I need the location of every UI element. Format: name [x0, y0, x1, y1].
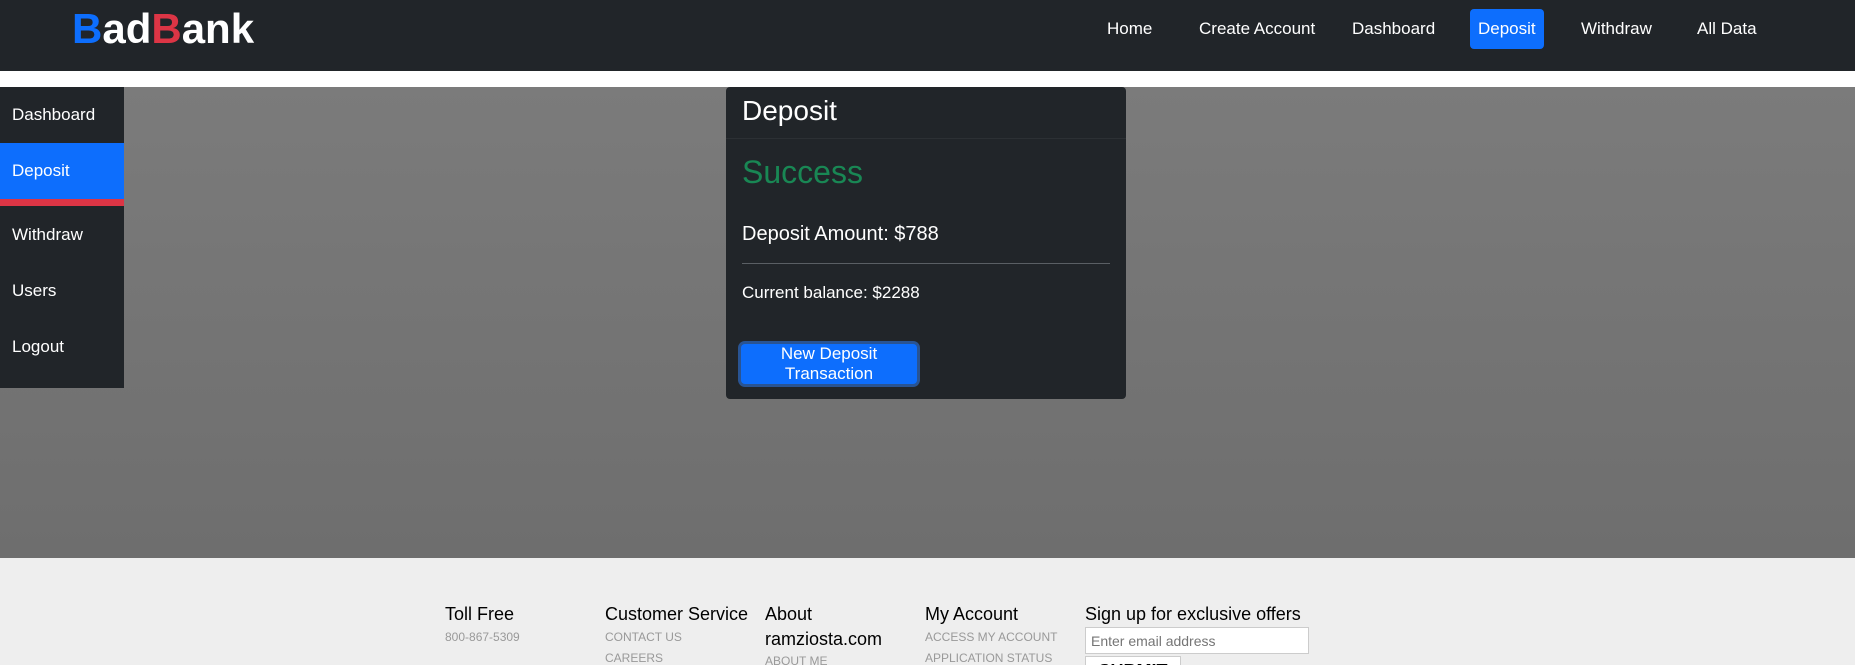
sidebar-item-users[interactable]: Users: [0, 263, 124, 319]
footer: Toll Free 800-867-5309 Customer Service …: [0, 558, 1855, 665]
footer-link-access-my-account[interactable]: ACCESS MY ACCOUNT: [925, 630, 1057, 644]
sidebar-item-logout[interactable]: Logout: [0, 319, 124, 375]
brand-logo[interactable]: BadBank: [72, 6, 254, 52]
footer-heading-toll-free: Toll Free: [445, 604, 515, 624]
footer-heading-customer-service: Customer Service: [605, 604, 749, 624]
sidebar-item-dashboard[interactable]: Dashboard: [0, 87, 124, 143]
sidebar: Dashboard Deposit Withdraw Users Logout: [0, 87, 124, 388]
footer-phone-number[interactable]: 800-867-5309: [445, 630, 520, 644]
footer-link-contact-us[interactable]: CONTACT US: [605, 630, 682, 644]
current-balance-text: Current balance: $2288: [742, 283, 920, 302]
new-deposit-transaction-button[interactable]: New Deposit Transaction: [741, 344, 917, 384]
footer-heading-my-account: My Account: [925, 604, 1019, 624]
footer-heading-signup: Sign up for exclusive offers: [1085, 604, 1301, 624]
card-title: Deposit: [742, 95, 837, 126]
sidebar-item-deposit[interactable]: Deposit: [0, 143, 124, 199]
nav-create-account-link[interactable]: Create Account: [1191, 9, 1323, 49]
brand-letter-b2: B: [151, 5, 182, 52]
deposit-amount-text: Deposit Amount: $788: [742, 223, 939, 245]
footer-link-about-me[interactable]: ABOUT ME: [765, 654, 827, 665]
sidebar-item-withdraw[interactable]: Withdraw: [0, 207, 124, 263]
deposit-card: Deposit Success Deposit Amount: $788 Cur…: [726, 87, 1126, 399]
brand-text-ank: ank: [181, 5, 255, 52]
card-header: Deposit: [726, 87, 1126, 139]
footer-link-application-status[interactable]: APPLICATION STATUS: [925, 651, 1052, 665]
card-divider: [742, 263, 1110, 264]
success-message: Success: [742, 154, 863, 190]
brand-text-ad: ad: [102, 5, 152, 52]
sidebar-active-indicator: [0, 199, 124, 206]
footer-heading-about: About ramziosta.com: [765, 604, 883, 649]
signup-submit-button[interactable]: SUBMIT: [1085, 656, 1181, 665]
nav-deposit-link[interactable]: Deposit: [1470, 9, 1544, 49]
nav-all-data-link[interactable]: All Data: [1689, 9, 1765, 49]
nav-home-link[interactable]: Home: [1099, 9, 1160, 49]
brand-letter-b1: B: [72, 5, 103, 52]
nav-dashboard-link[interactable]: Dashboard: [1344, 9, 1443, 49]
nav-withdraw-link[interactable]: Withdraw: [1573, 9, 1660, 49]
footer-link-careers[interactable]: CAREERS: [605, 651, 663, 665]
signup-email-input[interactable]: [1085, 627, 1309, 654]
top-navbar: BadBank Home Create Account Dashboard De…: [0, 0, 1855, 71]
